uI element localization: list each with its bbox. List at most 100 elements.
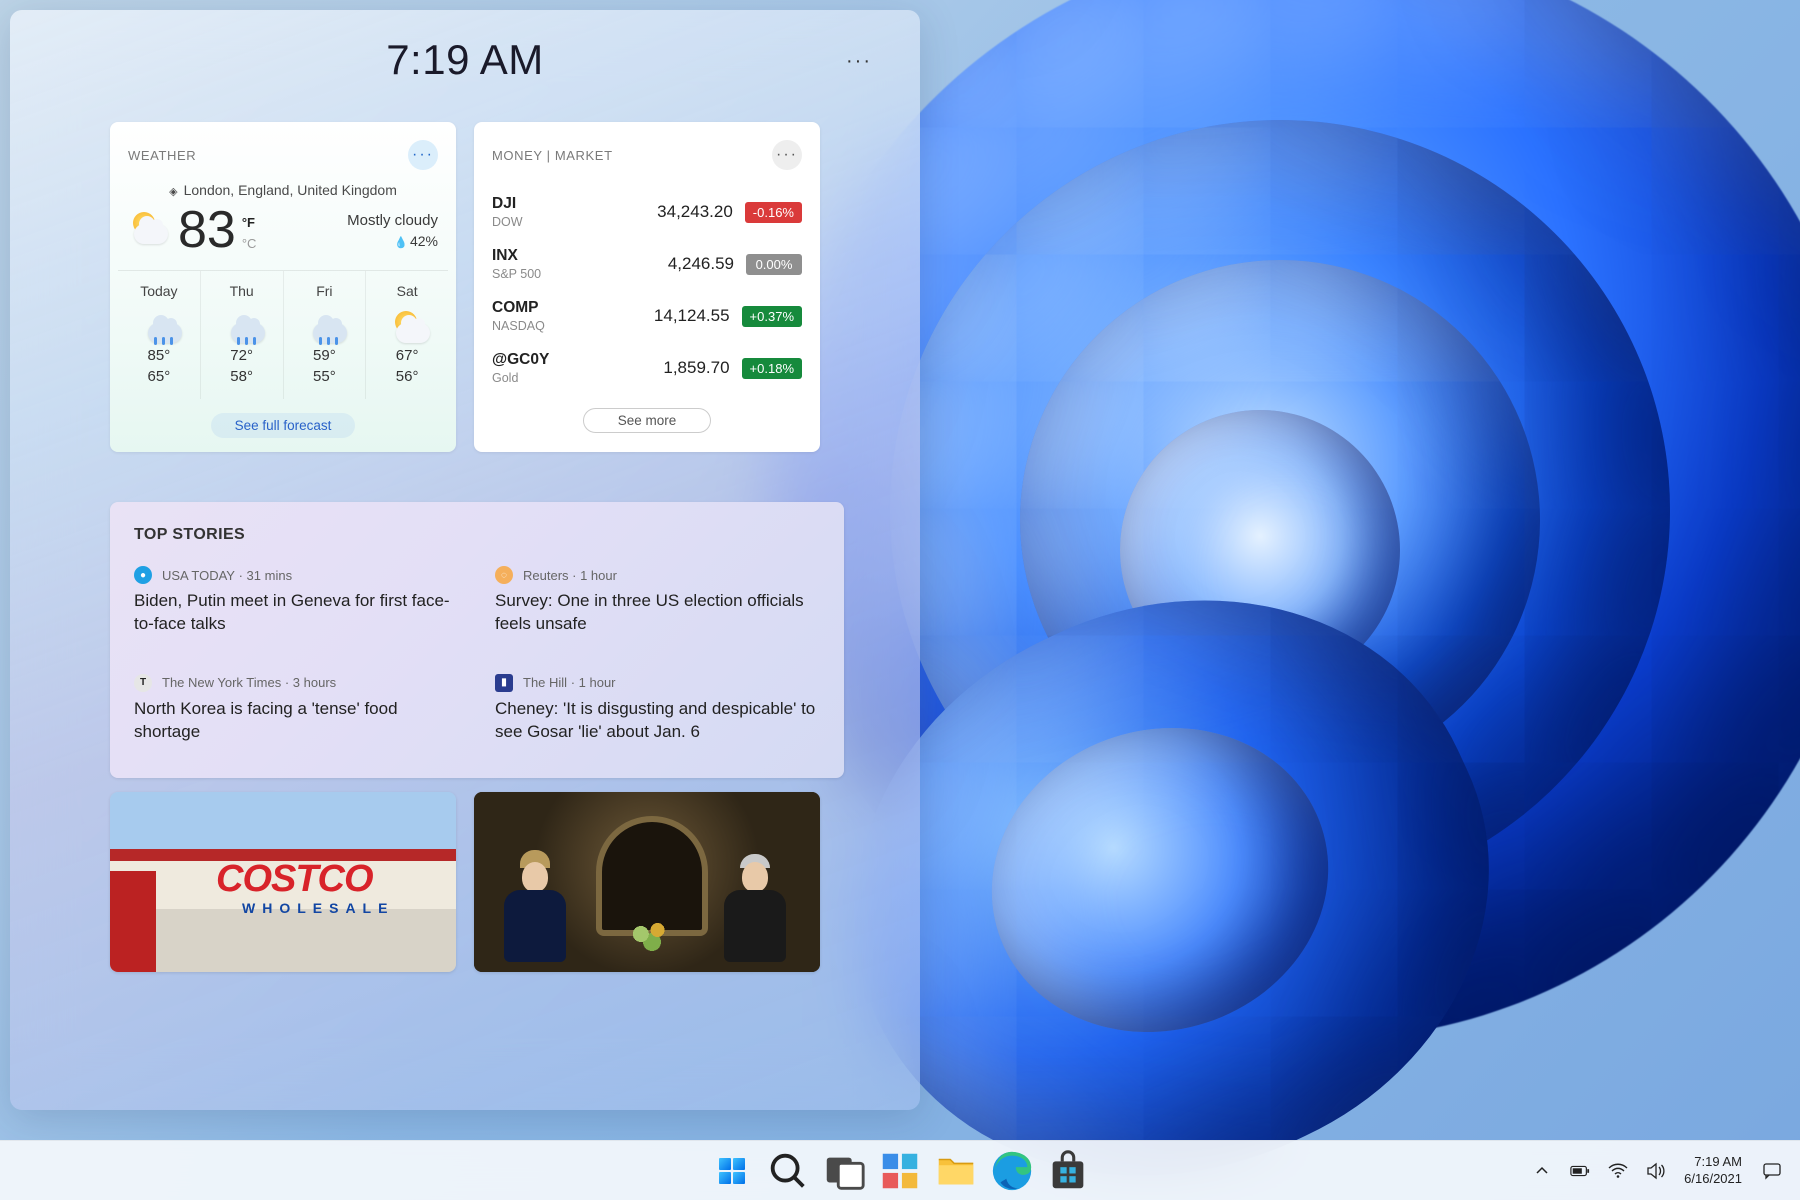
rain-icon <box>142 307 176 341</box>
chat-icon <box>1762 1162 1782 1180</box>
rain-icon <box>307 307 341 341</box>
source-icon: ◌ <box>495 566 513 584</box>
story-time: 1 hour <box>580 568 617 583</box>
top-stories-title: TOP STORIES <box>134 526 820 544</box>
partly-cloudy-icon <box>390 307 424 341</box>
weather-forecast: Today 85° 65° Thu 72° 58° Fri 59° 55° <box>118 270 448 399</box>
story-time: 3 hours <box>293 675 336 690</box>
market-name: Gold <box>492 371 549 385</box>
weather-condition: Mostly cloudy <box>347 212 438 229</box>
weather-temperature: 83 <box>178 204 236 256</box>
forecast-lo: 55° <box>284 368 366 385</box>
story-item[interactable]: TThe New York Times · 3 hours North Kore… <box>134 674 459 744</box>
weather-card[interactable]: WEATHER ··· London, England, United King… <box>110 122 456 452</box>
top-stories-card: TOP STORIES ●USA TODAY · 31 mins Biden, … <box>110 502 844 778</box>
microsoft-store-button[interactable] <box>1045 1148 1091 1194</box>
tray-overflow-button[interactable] <box>1532 1163 1552 1179</box>
taskbar-date: 6/16/2021 <box>1684 1171 1742 1188</box>
forecast-day[interactable]: Fri 59° 55° <box>284 271 367 399</box>
costco-sub-text: WHOLESALE <box>242 900 394 916</box>
partly-cloudy-icon <box>128 208 172 252</box>
story-time: 1 hour <box>579 675 616 690</box>
story-headline: Biden, Putin meet in Geneva for first fa… <box>134 590 459 636</box>
forecast-day[interactable]: Sat 67° 56° <box>366 271 448 399</box>
widgets-clock: 7:19 AM <box>10 36 920 84</box>
weather-card-title: WEATHER <box>128 148 196 163</box>
unit-fahrenheit[interactable]: °F <box>242 215 257 230</box>
story-headline: Cheney: 'It is disgusting and despicable… <box>495 698 820 744</box>
store-icon <box>1045 1148 1091 1194</box>
rain-icon <box>225 307 259 341</box>
story-source: The Hill <box>523 675 567 690</box>
unit-celsius[interactable]: °C <box>242 236 257 251</box>
folder-icon <box>933 1148 979 1194</box>
market-row[interactable]: COMPNASDAQ 14,124.55 +0.37% <box>492 290 802 342</box>
start-button[interactable] <box>709 1148 755 1194</box>
forecast-lo: 56° <box>366 368 448 385</box>
market-symbol: INX <box>492 247 541 265</box>
market-name: DOW <box>492 215 523 229</box>
forecast-hi: 67° <box>366 347 448 364</box>
story-time: 31 mins <box>247 568 293 583</box>
market-change: 0.00% <box>746 254 802 275</box>
market-row[interactable]: @GC0YGold 1,859.70 +0.18% <box>492 342 802 394</box>
edge-button[interactable] <box>989 1148 1035 1194</box>
forecast-day-label: Fri <box>284 283 366 299</box>
story-item[interactable]: ◌Reuters · 1 hour Survey: One in three U… <box>495 566 820 636</box>
source-icon: ● <box>134 566 152 584</box>
search-icon <box>765 1148 811 1194</box>
news-image-tile[interactable] <box>474 792 820 972</box>
market-price: 4,246.59 <box>668 254 734 274</box>
story-source: USA TODAY <box>162 568 235 583</box>
wifi-status[interactable] <box>1608 1163 1628 1179</box>
market-change: -0.16% <box>745 202 802 223</box>
task-view-button[interactable] <box>821 1148 867 1194</box>
story-item[interactable]: ●USA TODAY · 31 mins Biden, Putin meet i… <box>134 566 459 636</box>
taskbar-time: 7:19 AM <box>1684 1154 1742 1171</box>
forecast-hi: 85° <box>118 347 200 364</box>
file-explorer-button[interactable] <box>933 1148 979 1194</box>
story-headline: North Korea is facing a 'tense' food sho… <box>134 698 459 744</box>
battery-icon <box>1570 1164 1590 1178</box>
battery-status[interactable] <box>1570 1164 1590 1178</box>
market-row[interactable]: DJI DOW 34,243.20 -0.16% <box>492 186 802 238</box>
forecast-day[interactable]: Today 85° 65° <box>118 271 201 399</box>
forecast-hi: 59° <box>284 347 366 364</box>
forecast-lo: 65° <box>118 368 200 385</box>
widgets-settings-button[interactable]: ··· <box>846 50 872 73</box>
search-button[interactable] <box>765 1148 811 1194</box>
edge-icon <box>989 1148 1035 1194</box>
costco-logo-text: COSTCO <box>216 858 373 901</box>
market-name: S&P 500 <box>492 267 541 281</box>
notifications-button[interactable] <box>1762 1162 1782 1180</box>
forecast-day-label: Sat <box>366 283 448 299</box>
widgets-panel: 7:19 AM ··· WEATHER ··· London, England,… <box>10 10 920 1110</box>
market-symbol: @GC0Y <box>492 351 549 369</box>
see-more-markets-button[interactable]: See more <box>583 408 712 433</box>
market-name: NASDAQ <box>492 319 545 333</box>
source-icon: T <box>134 674 152 692</box>
market-symbol: DJI <box>492 195 523 213</box>
forecast-day[interactable]: Thu 72° 58° <box>201 271 284 399</box>
source-icon: ▮ <box>495 674 513 692</box>
story-source: Reuters <box>523 568 569 583</box>
task-view-icon <box>821 1148 867 1194</box>
forecast-day-label: Thu <box>201 283 283 299</box>
weather-card-more-button[interactable]: ··· <box>408 140 438 170</box>
volume-status[interactable] <box>1646 1162 1666 1180</box>
story-source: The New York Times <box>162 675 281 690</box>
money-card-more-button[interactable]: ··· <box>772 140 802 170</box>
news-image-tile[interactable]: COSTCO WHOLESALE <box>110 792 456 972</box>
market-row[interactable]: INX S&P 500 4,246.59 0.00% <box>492 238 802 290</box>
money-card[interactable]: MONEY | MARKET ··· DJI DOW 34,243.20 -0.1… <box>474 122 820 452</box>
see-full-forecast-button[interactable]: See full forecast <box>211 413 356 438</box>
market-price: 34,243.20 <box>657 202 733 222</box>
widgets-icon <box>877 1148 923 1194</box>
forecast-day-label: Today <box>118 283 200 299</box>
forecast-lo: 58° <box>201 368 283 385</box>
story-item[interactable]: ▮The Hill · 1 hour Cheney: 'It is disgus… <box>495 674 820 744</box>
money-card-title: MONEY | MARKET <box>492 148 613 163</box>
speaker-icon <box>1646 1162 1666 1180</box>
widgets-button[interactable] <box>877 1148 923 1194</box>
taskbar-clock[interactable]: 7:19 AM 6/16/2021 <box>1684 1154 1744 1188</box>
